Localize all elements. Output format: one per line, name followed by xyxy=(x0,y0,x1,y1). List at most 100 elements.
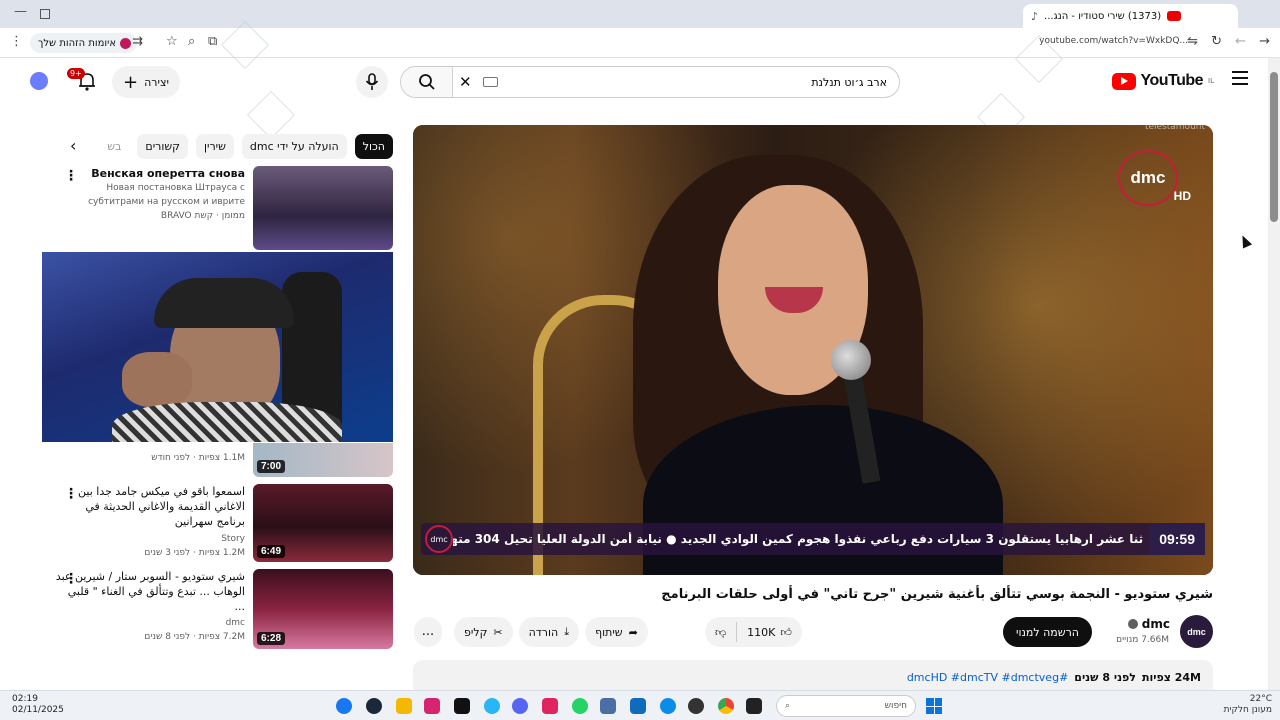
terminal-icon[interactable] xyxy=(746,698,762,714)
share-button[interactable]: ➦ שיתוף xyxy=(585,617,648,647)
verified-icon xyxy=(1127,619,1138,629)
facebook-icon[interactable] xyxy=(336,698,352,714)
telegram-icon[interactable] xyxy=(484,698,500,714)
recommendation-meta: شيري ستوديو - السوبر ستار / شيرين عبد ال… xyxy=(55,569,245,644)
account-avatar[interactable] xyxy=(30,72,48,90)
bookmark-star-icon[interactable]: ☆ xyxy=(166,34,178,49)
address-bar[interactable]: youtube.com/watch?v=WxkDQ... xyxy=(1039,36,1188,46)
whatsapp-icon[interactable] xyxy=(572,698,588,714)
streamer-cap xyxy=(154,278,294,328)
windows-start-icon[interactable] xyxy=(926,698,942,714)
taskbar-search-icon: ⌕ xyxy=(785,701,791,711)
microphone-head xyxy=(831,340,871,380)
ticker-time: 09:59 xyxy=(1149,523,1205,555)
share-label: שיתוף xyxy=(595,625,623,639)
voice-search-button[interactable] xyxy=(356,66,388,98)
channel-name-row[interactable]: dmc xyxy=(1127,617,1170,631)
minimize-icon[interactable]: — xyxy=(14,4,27,19)
search-button[interactable] xyxy=(401,67,453,97)
recommendation-item[interactable]: 6:49 اسمعوا باقو في ميكس جامد جدا بين ال… xyxy=(42,484,393,562)
calculator-icon[interactable] xyxy=(600,698,616,714)
taskbar-search[interactable]: חיפוש ⌕ xyxy=(776,695,916,717)
adobe-app-icon[interactable] xyxy=(542,698,558,714)
audio-playing-icon[interactable]: ♪ xyxy=(1031,10,1038,23)
chip-all[interactable]: הכול xyxy=(354,133,393,159)
menu-hamburger-icon[interactable] xyxy=(1232,71,1248,85)
hashtags[interactable]: #dmcHD #dmcTV #dmctveg xyxy=(907,671,1068,684)
chip-related[interactable]: קשורים xyxy=(137,133,188,159)
news-ticker: dmc ثنا عشر ارهابيا يستقلون 3 سيارات دفع… xyxy=(421,523,1205,555)
recommendation-title: Венская оперетта снова xyxy=(91,167,245,180)
recommendation-meta: 1.1M צפיות · לפני חודש xyxy=(55,451,245,465)
taskbar-clock[interactable]: 02:19 02/11/2025 xyxy=(12,694,64,716)
more-options-icon[interactable]: ⋮ xyxy=(64,168,78,184)
video-thumbnail: 6:28 xyxy=(253,569,393,649)
video-player[interactable]: dmc HD telestamount dmc ثنا عشر ارهابيا … xyxy=(413,125,1213,575)
ticker-dmc-logo: dmc xyxy=(425,525,453,553)
clip-button[interactable]: ✂ קליפ xyxy=(454,617,513,647)
clock-time: 02:19 xyxy=(12,694,38,704)
more-actions-button[interactable]: ... xyxy=(414,617,442,647)
recommendation-ad[interactable]: Венская оперетта снова Новая постановка … xyxy=(42,166,393,250)
store-icon[interactable] xyxy=(630,698,646,714)
filter-chips: הכול הועלה על ידי dmc שירין קשורים בש xyxy=(60,133,393,159)
share-arrow-icon: ➦ xyxy=(628,625,638,639)
recommendation-title: اسمعوا باقو في ميكس جامد جدا بين الاغاني… xyxy=(78,485,245,528)
zoom-icon[interactable]: ⌕ xyxy=(188,34,195,49)
subscribe-button[interactable]: הרשמה למנוי xyxy=(1003,617,1092,647)
youtube-play-icon xyxy=(1112,72,1137,90)
scrollbar-thumb[interactable] xyxy=(1270,72,1278,222)
duration-badge: 6:49 xyxy=(257,545,286,558)
reload-icon[interactable]: ↻ xyxy=(1211,34,1222,49)
chip-truncated[interactable]: בש xyxy=(99,134,129,159)
search-input[interactable] xyxy=(487,67,887,97)
recommendation-item[interactable]: 6:28 شيري ستوديو - السوبر ستار / شيرين ع… xyxy=(42,569,393,649)
chrome-icon[interactable] xyxy=(718,698,734,714)
download-button[interactable]: ⤓ הורדה xyxy=(518,617,580,647)
dmc-channel-logo: dmc xyxy=(1118,150,1178,206)
subscriber-count: 7.66M מנויים xyxy=(1116,635,1169,645)
search-box: ✕ xyxy=(400,66,900,98)
youtube-logo[interactable]: YouTube IL xyxy=(1112,72,1214,90)
download-label: הורדה xyxy=(528,625,559,639)
more-options-icon[interactable]: ⋮ xyxy=(64,486,78,502)
open-in-app-icon[interactable]: ⧉ xyxy=(208,34,217,49)
download-icon: ⤓ xyxy=(564,625,570,638)
recommendation-subtitle: Новая постановка Штрауса с субтитрами на… xyxy=(88,183,245,207)
recommendation-title: شيري ستوديو - السوبر ستار / شيرين عبد ال… xyxy=(55,570,245,613)
recommendation-channel: Story xyxy=(221,534,245,544)
instagram-icon[interactable] xyxy=(424,698,440,714)
extensions-icon[interactable]: ⇉ xyxy=(132,34,143,49)
search-icon xyxy=(418,74,435,90)
discord-icon[interactable] xyxy=(512,698,528,714)
weather-widget[interactable]: 22°C מעונן חלקית xyxy=(1224,694,1272,716)
forward-arrow-icon[interactable]: → xyxy=(1259,34,1270,49)
taskbar-search-placeholder: חיפוש xyxy=(884,701,907,711)
video-thumbnail: 6:49 xyxy=(253,484,393,562)
site-settings-icon[interactable]: ⇋ xyxy=(1187,34,1198,49)
recommendation-views: 7.2M צפיות · לפני 8 שנים xyxy=(144,632,245,642)
channel-avatar[interactable]: dmc xyxy=(1180,615,1213,648)
security-pill[interactable]: איומות הזהות שלך xyxy=(30,33,138,53)
clear-search-icon[interactable]: ✕ xyxy=(459,73,472,91)
media-app-icon[interactable] xyxy=(688,698,704,714)
page-scrollbar[interactable] xyxy=(1268,58,1280,690)
back-arrow-icon[interactable]: ← xyxy=(1235,34,1246,49)
more-options-icon[interactable]: ⋮ xyxy=(64,571,78,587)
browser-tab-youtube[interactable]: (1373) שירי סטודיו - הנג... ♪ xyxy=(1023,4,1238,28)
recommendation-item[interactable]: 7:00 1.1M צפיות · לפני חודש xyxy=(42,443,393,479)
browser-menu-icon[interactable]: ⋮ xyxy=(10,34,23,49)
maximize-icon[interactable] xyxy=(40,9,50,19)
edge-icon[interactable] xyxy=(660,698,676,714)
file-explorer-icon[interactable] xyxy=(396,698,412,714)
screen: — + ✕ (1373) שירי סטודיו - הנג... ♪ ⋮ אי… xyxy=(0,0,1280,720)
streamer-shirt xyxy=(112,402,342,442)
steam-icon[interactable] xyxy=(366,698,382,714)
chip-sherine[interactable]: שירין xyxy=(196,133,234,159)
tiktok-icon[interactable] xyxy=(454,698,470,714)
scissors-icon: ✂ xyxy=(493,625,503,639)
chip-uploaded-by[interactable]: הועלה על ידי dmc xyxy=(241,133,347,159)
browser-toolbar: ⋮ איומות הזהות שלך ⇉ ☆ ⌕ ⧉ youtube.com/w… xyxy=(0,28,1280,58)
create-button[interactable]: יצירה + xyxy=(112,66,180,98)
microphone-icon xyxy=(365,73,379,90)
